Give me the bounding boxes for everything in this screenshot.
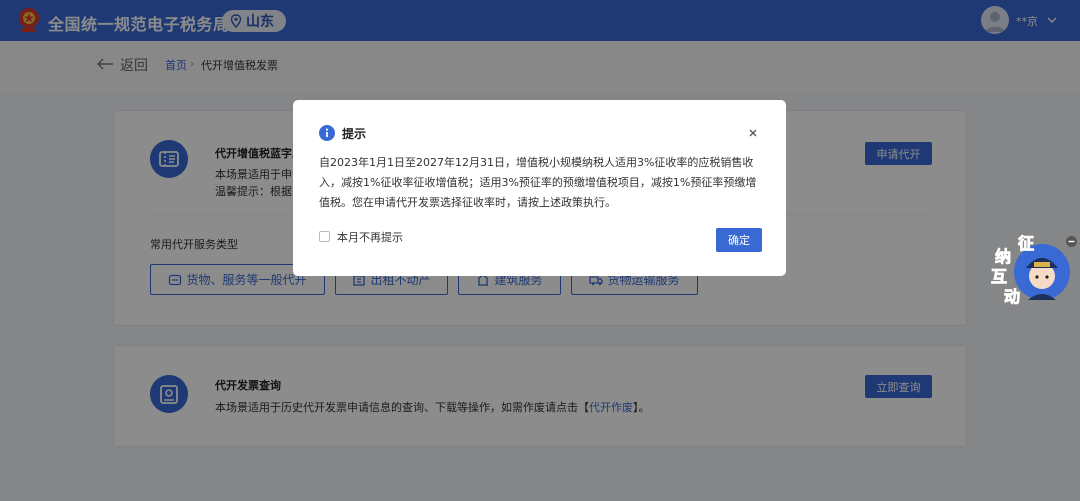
tax-assistant-mascot[interactable]: 征 纳 互 动 xyxy=(990,232,1070,308)
dialog-body: 自2023年1月1日至2027年12月31日，增值税小规模纳税人适用3%征收率的… xyxy=(319,156,757,209)
dont-remind-label[interactable]: 本月不再提示 xyxy=(337,229,403,245)
mascot-char-1: 征 xyxy=(1018,234,1034,253)
dialog-title: 提示 xyxy=(342,127,367,141)
mascot-char-4: 动 xyxy=(1004,287,1020,306)
mascot-char-3: 互 xyxy=(991,267,1007,286)
info-icon xyxy=(319,125,335,141)
minimize-mascot-icon[interactable] xyxy=(1066,236,1077,247)
mascot-char-2: 纳 xyxy=(995,247,1011,266)
confirm-button[interactable]: 确定 xyxy=(716,228,762,252)
dont-remind-checkbox[interactable] xyxy=(319,231,330,242)
close-icon[interactable] xyxy=(746,126,760,140)
